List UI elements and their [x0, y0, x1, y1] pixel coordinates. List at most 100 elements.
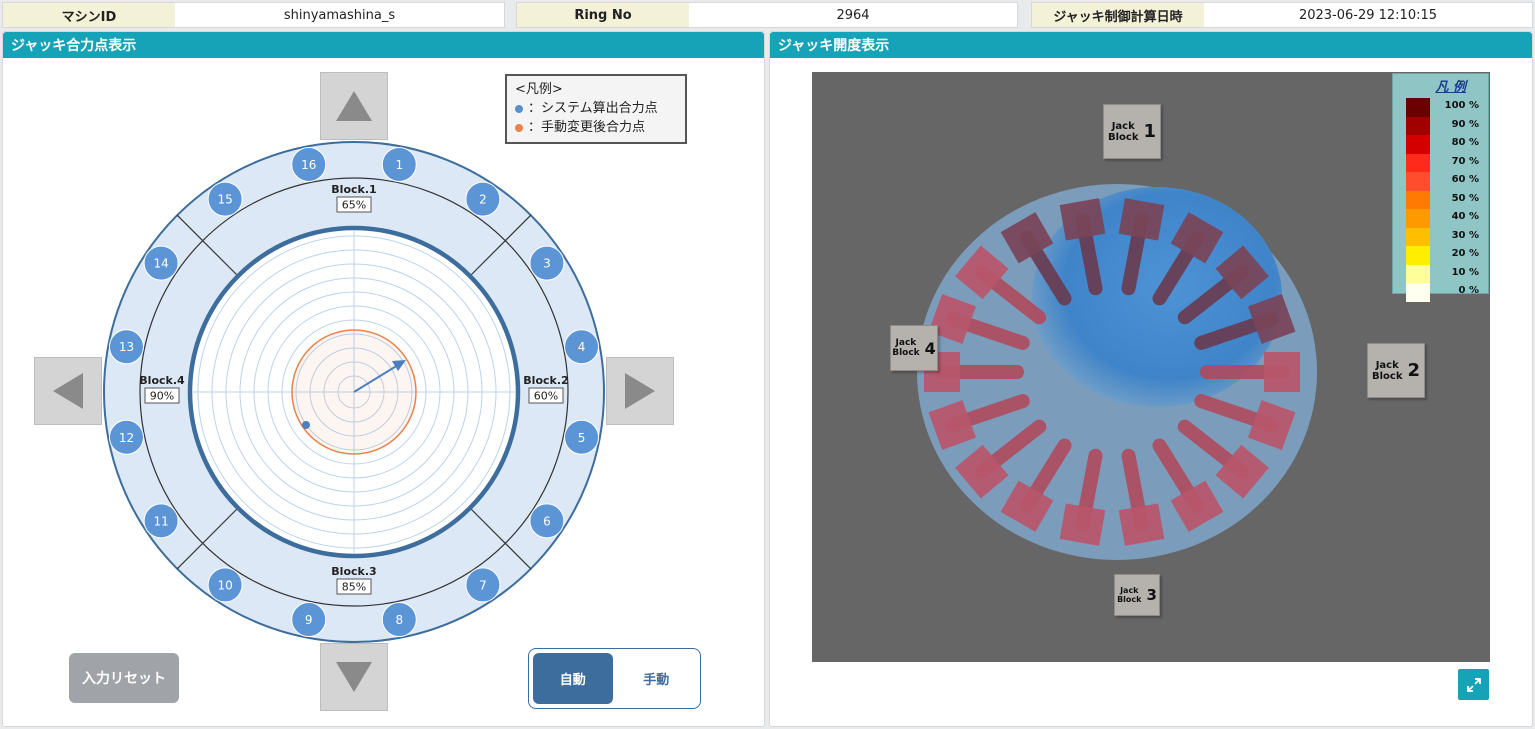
calc-time-value: 2023-06-29 12:10:15	[1204, 3, 1532, 27]
legend-item-manual: ：手動変更後合力点	[515, 118, 677, 137]
color-level-label: 0 %	[1458, 285, 1479, 296]
jack-block-1-line1: Jack	[1111, 120, 1135, 132]
block-1-name: Block.1	[331, 183, 376, 196]
jack-3-label: 3	[543, 257, 551, 271]
jack-4-marker[interactable]: 4	[564, 329, 600, 365]
jack-shoe	[1118, 503, 1165, 546]
jack-3-marker[interactable]: 3	[529, 245, 565, 281]
color-level-label: 80 %	[1451, 137, 1479, 148]
jack-4-label: 4	[578, 340, 586, 354]
jack-block-3-line1: Jack	[1120, 586, 1139, 595]
jack-14-label: 14	[153, 257, 168, 271]
jack-1-label: 1	[395, 158, 403, 172]
jack-shoe	[1264, 352, 1300, 392]
jack-9-label: 9	[305, 613, 313, 627]
jack-15-label: 15	[217, 193, 232, 207]
jack-10-marker[interactable]: 10	[207, 567, 243, 603]
color-level-label: 40 %	[1451, 211, 1479, 222]
jack-block-3-num: 3	[1146, 586, 1157, 604]
jack-block-2-num: 2	[1407, 360, 1421, 381]
move-right-button[interactable]	[606, 357, 674, 425]
color-swatch	[1406, 135, 1430, 154]
block-4-name: Block.4	[139, 374, 185, 387]
color-level-label: 50 %	[1451, 192, 1479, 204]
jack-shoe	[1059, 503, 1106, 546]
triangle-up-icon	[336, 91, 372, 121]
calc-time-label: ジャッキ制御計算日時	[1032, 3, 1204, 27]
jack-block-3-label: Jack Block 3	[1114, 574, 1160, 616]
jack-6-marker[interactable]: 6	[529, 503, 565, 539]
jack-opening-panel-title: ジャッキ開度表示	[770, 32, 1532, 58]
jack-block-1-line2: Block	[1107, 131, 1139, 143]
block-3-name: Block.3	[331, 565, 376, 578]
color-swatch	[1406, 98, 1430, 117]
move-down-button[interactable]	[320, 643, 388, 711]
jack-6-label: 6	[543, 514, 551, 528]
legend-item-manual-label: ：手動変更後合力点	[528, 120, 646, 135]
jack-10-label: 10	[217, 578, 232, 592]
jack-8-marker[interactable]: 8	[381, 602, 417, 638]
manual-point-dot-icon	[515, 123, 523, 132]
mode-toggle[interactable]: 自動 手動	[528, 648, 701, 709]
move-left-button[interactable]	[34, 357, 102, 425]
mode-auto-option[interactable]: 自動	[533, 653, 613, 704]
jack-1-marker[interactable]: 1	[381, 146, 417, 182]
legend-item-system: ：システム算出合力点	[515, 99, 677, 118]
system-force-point[interactable]	[302, 421, 310, 429]
jack-block-2-label: Jack Block 2	[1367, 343, 1425, 398]
input-reset-button[interactable]: 入力リセット	[69, 653, 179, 703]
color-level-label: 60 %	[1451, 174, 1479, 185]
block-4-value: 90%	[150, 390, 174, 403]
jack-13-label: 13	[119, 340, 134, 354]
jack-block-1-label: Jack Block 1	[1103, 104, 1161, 159]
legend-title: <凡例>	[515, 82, 563, 97]
move-up-button[interactable]	[320, 72, 388, 140]
triangle-left-icon	[53, 373, 83, 409]
jack-15-marker[interactable]: 15	[207, 181, 243, 217]
calc-time-field: ジャッキ制御計算日時 2023-06-29 12:10:15	[1031, 2, 1533, 28]
color-level-label: 70 %	[1451, 155, 1479, 167]
system-point-dot-icon	[515, 104, 523, 113]
color-level-label: 20 %	[1451, 248, 1479, 259]
color-swatch	[1406, 172, 1430, 191]
jack-11-label: 11	[153, 514, 168, 528]
jack-14-marker[interactable]: 14	[143, 245, 179, 281]
jack-5-label: 5	[578, 431, 586, 445]
block-2-name: Block.2	[523, 374, 568, 387]
color-swatch	[1406, 283, 1430, 302]
block-2-value: 60%	[534, 390, 558, 403]
block-3-value: 85%	[342, 581, 366, 594]
color-swatch	[1406, 153, 1430, 172]
jack-block-4-num: 4	[924, 338, 936, 358]
jack-9-marker[interactable]: 9	[291, 602, 327, 638]
triangle-down-icon	[336, 662, 372, 692]
jack-16-label: 16	[301, 158, 316, 172]
jack-11-marker[interactable]: 11	[143, 503, 179, 539]
jack-16-marker[interactable]: 16	[291, 146, 327, 182]
jack-7-label: 7	[479, 578, 487, 592]
legend-item-system-label: ：システム算出合力点	[528, 101, 658, 116]
mode-manual-option[interactable]: 手動	[617, 653, 697, 704]
jack-2-label: 2	[479, 193, 487, 207]
block-1-value: 65%	[342, 199, 366, 212]
color-swatch	[1406, 190, 1430, 209]
color-swatch	[1406, 209, 1430, 228]
jack-block-2-line2: Block	[1371, 370, 1403, 382]
expand-view-button[interactable]	[1458, 669, 1489, 700]
force-point-legend: <凡例> ：システム算出合力点 ：手動変更後合力点	[505, 74, 687, 144]
color-legend-title: 凡 例	[1435, 80, 1466, 95]
jack-13-marker[interactable]: 13	[108, 329, 144, 365]
jack-5-marker[interactable]: 5	[564, 419, 600, 455]
jack-7-marker[interactable]: 7	[465, 567, 501, 603]
jack-2-marker[interactable]: 2	[465, 181, 501, 217]
jack-12-label: 12	[119, 431, 134, 445]
expand-icon	[1466, 677, 1481, 692]
color-swatch	[1406, 227, 1430, 246]
color-level-label: 10 %	[1451, 266, 1479, 278]
jack-12-marker[interactable]: 12	[108, 419, 144, 455]
color-swatch	[1406, 246, 1430, 265]
jack-shoe	[1059, 198, 1106, 241]
color-level-label: 100 %	[1444, 100, 1479, 111]
jack-block-4-line1: Jack	[895, 338, 917, 348]
jack-block-1-num: 1	[1143, 121, 1157, 142]
